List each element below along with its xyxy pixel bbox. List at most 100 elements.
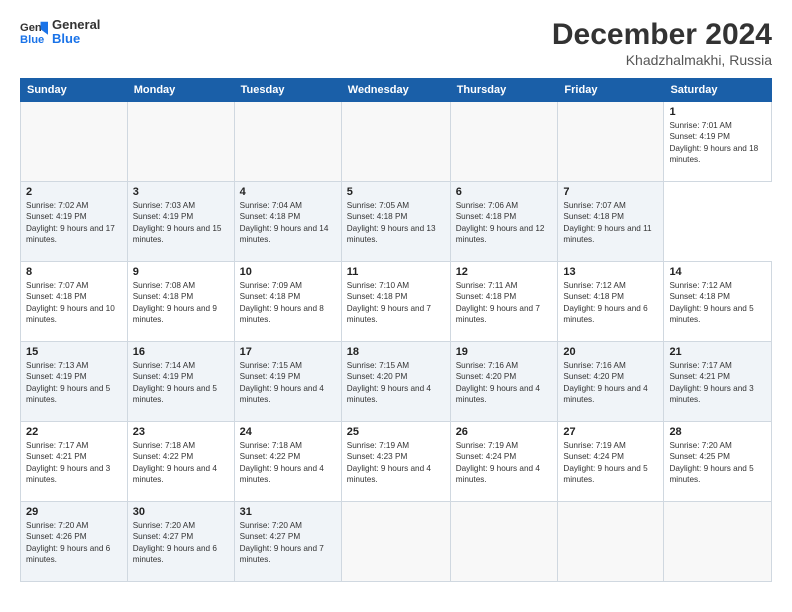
day-detail: Sunrise: 7:16 AMSunset: 4:20 PMDaylight:… — [563, 360, 658, 406]
logo-text-general: General — [52, 18, 100, 32]
day-cell-25: 25 Sunrise: 7:19 AMSunset: 4:23 PMDaylig… — [341, 422, 450, 502]
day-cell-19: 19 Sunrise: 7:16 AMSunset: 4:20 PMDaylig… — [450, 342, 558, 422]
day-number: 24 — [240, 426, 336, 438]
empty-cell — [558, 502, 664, 582]
day-cell-22: 22 Sunrise: 7:17 AMSunset: 4:21 PMDaylig… — [21, 422, 128, 502]
day-detail: Sunrise: 7:20 AMSunset: 4:27 PMDaylight:… — [240, 520, 336, 566]
day-number: 14 — [669, 266, 766, 278]
header-row: SundayMondayTuesdayWednesdayThursdayFrid… — [21, 79, 772, 102]
day-number: 13 — [563, 266, 658, 278]
day-number: 31 — [240, 506, 336, 518]
day-detail: Sunrise: 7:14 AMSunset: 4:19 PMDaylight:… — [133, 360, 229, 406]
empty-cell — [558, 102, 664, 182]
day-cell-9: 9 Sunrise: 7:08 AMSunset: 4:18 PMDayligh… — [127, 262, 234, 342]
day-detail: Sunrise: 7:10 AMSunset: 4:18 PMDaylight:… — [347, 280, 445, 326]
header-tuesday: Tuesday — [234, 79, 341, 102]
day-number: 18 — [347, 346, 445, 358]
day-cell-23: 23 Sunrise: 7:18 AMSunset: 4:22 PMDaylig… — [127, 422, 234, 502]
day-number: 19 — [456, 346, 553, 358]
calendar-table: SundayMondayTuesdayWednesdayThursdayFrid… — [20, 78, 772, 582]
day-detail: Sunrise: 7:20 AMSunset: 4:27 PMDaylight:… — [133, 520, 229, 566]
logo: General Blue General Blue — [20, 18, 100, 47]
day-number: 17 — [240, 346, 336, 358]
day-detail: Sunrise: 7:08 AMSunset: 4:18 PMDaylight:… — [133, 280, 229, 326]
day-number: 23 — [133, 426, 229, 438]
week-row-4: 22 Sunrise: 7:17 AMSunset: 4:21 PMDaylig… — [21, 422, 772, 502]
title-block: December 2024 Khadzhalmakhi, Russia — [552, 18, 772, 68]
day-detail: Sunrise: 7:01 AMSunset: 4:19 PMDaylight:… — [669, 120, 766, 166]
empty-cell — [127, 102, 234, 182]
day-cell-24: 24 Sunrise: 7:18 AMSunset: 4:22 PMDaylig… — [234, 422, 341, 502]
day-cell-20: 20 Sunrise: 7:16 AMSunset: 4:20 PMDaylig… — [558, 342, 664, 422]
day-cell-28: 28 Sunrise: 7:20 AMSunset: 4:25 PMDaylig… — [664, 422, 772, 502]
week-row-0: 1 Sunrise: 7:01 AMSunset: 4:19 PMDayligh… — [21, 102, 772, 182]
day-cell-16: 16 Sunrise: 7:14 AMSunset: 4:19 PMDaylig… — [127, 342, 234, 422]
day-cell-14: 14 Sunrise: 7:12 AMSunset: 4:18 PMDaylig… — [664, 262, 772, 342]
day-detail: Sunrise: 7:06 AMSunset: 4:18 PMDaylight:… — [456, 200, 553, 246]
day-detail: Sunrise: 7:19 AMSunset: 4:24 PMDaylight:… — [456, 440, 553, 486]
day-detail: Sunrise: 7:07 AMSunset: 4:18 PMDaylight:… — [26, 280, 122, 326]
empty-cell — [450, 102, 558, 182]
svg-text:Blue: Blue — [20, 34, 44, 46]
day-detail: Sunrise: 7:03 AMSunset: 4:19 PMDaylight:… — [133, 200, 229, 246]
day-detail: Sunrise: 7:17 AMSunset: 4:21 PMDaylight:… — [26, 440, 122, 486]
day-number: 1 — [669, 106, 766, 118]
day-cell-12: 12 Sunrise: 7:11 AMSunset: 4:18 PMDaylig… — [450, 262, 558, 342]
day-detail: Sunrise: 7:19 AMSunset: 4:23 PMDaylight:… — [347, 440, 445, 486]
day-detail: Sunrise: 7:18 AMSunset: 4:22 PMDaylight:… — [240, 440, 336, 486]
calendar-body: 1 Sunrise: 7:01 AMSunset: 4:19 PMDayligh… — [21, 102, 772, 582]
header-sunday: Sunday — [21, 79, 128, 102]
day-cell-29: 29 Sunrise: 7:20 AMSunset: 4:26 PMDaylig… — [21, 502, 128, 582]
day-detail: Sunrise: 7:04 AMSunset: 4:18 PMDaylight:… — [240, 200, 336, 246]
month-title: December 2024 — [552, 18, 772, 52]
day-number: 26 — [456, 426, 553, 438]
day-detail: Sunrise: 7:16 AMSunset: 4:20 PMDaylight:… — [456, 360, 553, 406]
day-number: 6 — [456, 186, 553, 198]
day-cell-10: 10 Sunrise: 7:09 AMSunset: 4:18 PMDaylig… — [234, 262, 341, 342]
day-cell-8: 8 Sunrise: 7:07 AMSunset: 4:18 PMDayligh… — [21, 262, 128, 342]
day-cell-4: 4 Sunrise: 7:04 AMSunset: 4:18 PMDayligh… — [234, 182, 341, 262]
logo-text-blue: Blue — [52, 32, 100, 46]
day-cell-18: 18 Sunrise: 7:15 AMSunset: 4:20 PMDaylig… — [341, 342, 450, 422]
day-number: 15 — [26, 346, 122, 358]
page: General Blue General Blue December 2024 … — [0, 0, 792, 612]
day-detail: Sunrise: 7:05 AMSunset: 4:18 PMDaylight:… — [347, 200, 445, 246]
day-number: 7 — [563, 186, 658, 198]
week-row-3: 15 Sunrise: 7:13 AMSunset: 4:19 PMDaylig… — [21, 342, 772, 422]
day-detail: Sunrise: 7:20 AMSunset: 4:25 PMDaylight:… — [669, 440, 766, 486]
calendar-header: SundayMondayTuesdayWednesdayThursdayFrid… — [21, 79, 772, 102]
day-detail: Sunrise: 7:15 AMSunset: 4:20 PMDaylight:… — [347, 360, 445, 406]
day-cell-2: 2 Sunrise: 7:02 AMSunset: 4:19 PMDayligh… — [21, 182, 128, 262]
day-number: 3 — [133, 186, 229, 198]
day-cell-17: 17 Sunrise: 7:15 AMSunset: 4:19 PMDaylig… — [234, 342, 341, 422]
day-detail: Sunrise: 7:18 AMSunset: 4:22 PMDaylight:… — [133, 440, 229, 486]
day-cell-26: 26 Sunrise: 7:19 AMSunset: 4:24 PMDaylig… — [450, 422, 558, 502]
day-number: 8 — [26, 266, 122, 278]
day-number: 29 — [26, 506, 122, 518]
day-detail: Sunrise: 7:07 AMSunset: 4:18 PMDaylight:… — [563, 200, 658, 246]
day-number: 11 — [347, 266, 445, 278]
day-number: 10 — [240, 266, 336, 278]
empty-cell — [21, 102, 128, 182]
day-detail: Sunrise: 7:02 AMSunset: 4:19 PMDaylight:… — [26, 200, 122, 246]
day-cell-15: 15 Sunrise: 7:13 AMSunset: 4:19 PMDaylig… — [21, 342, 128, 422]
header-saturday: Saturday — [664, 79, 772, 102]
day-cell-3: 3 Sunrise: 7:03 AMSunset: 4:19 PMDayligh… — [127, 182, 234, 262]
day-detail: Sunrise: 7:09 AMSunset: 4:18 PMDaylight:… — [240, 280, 336, 326]
day-detail: Sunrise: 7:12 AMSunset: 4:18 PMDaylight:… — [563, 280, 658, 326]
empty-cell — [341, 502, 450, 582]
day-detail: Sunrise: 7:20 AMSunset: 4:26 PMDaylight:… — [26, 520, 122, 566]
day-number: 20 — [563, 346, 658, 358]
day-number: 5 — [347, 186, 445, 198]
day-number: 2 — [26, 186, 122, 198]
day-cell-6: 6 Sunrise: 7:06 AMSunset: 4:18 PMDayligh… — [450, 182, 558, 262]
day-detail: Sunrise: 7:11 AMSunset: 4:18 PMDaylight:… — [456, 280, 553, 326]
day-number: 25 — [347, 426, 445, 438]
header-monday: Monday — [127, 79, 234, 102]
empty-cell — [450, 502, 558, 582]
day-cell-5: 5 Sunrise: 7:05 AMSunset: 4:18 PMDayligh… — [341, 182, 450, 262]
empty-cell — [341, 102, 450, 182]
day-detail: Sunrise: 7:17 AMSunset: 4:21 PMDaylight:… — [669, 360, 766, 406]
day-detail: Sunrise: 7:19 AMSunset: 4:24 PMDaylight:… — [563, 440, 658, 486]
day-cell-30: 30 Sunrise: 7:20 AMSunset: 4:27 PMDaylig… — [127, 502, 234, 582]
